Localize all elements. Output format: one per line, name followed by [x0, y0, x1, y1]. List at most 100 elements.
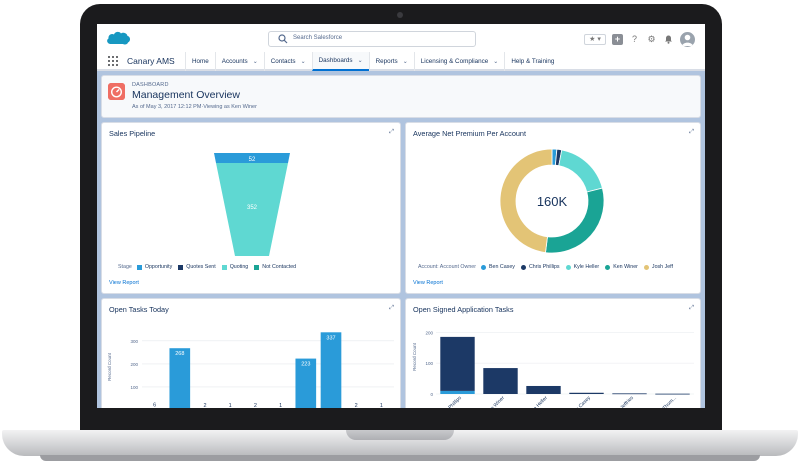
legend-item[interactable]: Ken Winer	[605, 264, 638, 270]
bar-value-label: 1	[229, 403, 232, 408]
tab-home[interactable]: Home	[185, 52, 215, 71]
tab-label: Licensing & Compliance	[420, 58, 489, 65]
expand-icon[interactable]: ⤢	[389, 305, 394, 312]
tab-help-training[interactable]: Help & Training	[504, 52, 560, 71]
legend-label: Ben Casey	[489, 264, 515, 270]
legend-item[interactable]: Josh Jeff	[643, 264, 674, 270]
open-tasks-today-title: Open Tasks Today	[109, 305, 169, 314]
as-of-text: As of May 3, 2017 12:12 PM·Viewing as Ke…	[132, 104, 257, 110]
legend-title: Stage	[118, 264, 132, 270]
x-tick-label: Ben Casey	[570, 395, 592, 408]
legend-swatch	[221, 264, 227, 270]
donut-slice[interactable]	[558, 149, 603, 193]
y-tick-label: 300	[130, 339, 138, 344]
avg-net-premium-title: Average Net Premium Per Account	[413, 129, 527, 138]
legend-swatch	[605, 264, 611, 270]
bar-value-label: 2	[355, 403, 358, 408]
sales-pipeline-legend: Stage Opportunity Quotes Sent Quoting Not Co…	[118, 264, 302, 270]
app-nav-bar: Canary AMS Home Accounts ⌄ Contacts ⌄ Dashboa…	[97, 52, 705, 71]
y-tick-label: 200	[425, 330, 433, 335]
bar-value-label: 1	[279, 403, 282, 408]
setup-gear-icon[interactable]: ⚙	[646, 34, 657, 45]
tab-licensing-compliance[interactable]: Licensing & Compliance ⌄	[413, 52, 505, 71]
tab-label: Accounts	[221, 58, 248, 65]
legend-item[interactable]: Quoting	[221, 264, 249, 270]
bar-value-label: 268	[175, 351, 184, 357]
search-icon	[278, 34, 288, 44]
legend-label: Opportunity	[144, 264, 173, 270]
open-signed-tasks-bar-chart: Record Count 0 100 200 Phillips Ken Winer Kyle…	[412, 330, 694, 408]
salesforce-cloud-logo[interactable]	[105, 29, 131, 47]
laptop-notch	[346, 430, 454, 440]
legend-swatch	[643, 264, 649, 270]
global-header: Search Salesforce ★ ▾ + ? ⚙	[97, 24, 705, 52]
stacked-bar-segment[interactable]	[569, 392, 604, 394]
tab-dashboards[interactable]: Dashboards ⌄	[311, 52, 369, 71]
user-avatar[interactable]	[680, 31, 695, 47]
donut-center-total: 160K	[537, 194, 568, 209]
chevron-down-icon[interactable]: ⌄	[301, 58, 306, 65]
legend-item[interactable]: Not Contacted	[254, 264, 296, 270]
expand-icon[interactable]: ⤢	[689, 305, 694, 312]
stacked-bar-segment[interactable]	[483, 368, 518, 394]
tab-label: Home	[192, 58, 209, 65]
open-tasks-today-panel: Open Tasks Today ⤢ Record Count010020030…	[101, 298, 401, 408]
notifications-bell-icon[interactable]	[663, 34, 674, 45]
bar[interactable]	[320, 332, 342, 408]
legend-swatch	[520, 264, 526, 270]
bar-value-label: 6	[153, 403, 156, 408]
tab-label: Dashboards	[318, 57, 353, 64]
stacked-bar-segment[interactable]	[440, 336, 475, 391]
bar-value-label: 2	[254, 403, 257, 408]
chevron-down-icon[interactable]: ⌄	[253, 58, 258, 65]
camera	[397, 12, 403, 18]
y-tick-label: 0	[430, 392, 433, 397]
stacked-bar-segment[interactable]	[655, 393, 690, 395]
legend-item[interactable]: Ben Casey	[481, 264, 515, 270]
stacked-bar-segment[interactable]	[612, 393, 647, 395]
global-actions-plus-icon[interactable]: +	[612, 33, 623, 45]
legend-label: Quoting	[229, 264, 249, 270]
expand-icon[interactable]: ⤢	[389, 129, 394, 136]
view-report-link[interactable]: View Report	[109, 280, 139, 286]
expand-icon[interactable]: ⤢	[689, 129, 694, 136]
chevron-down-icon[interactable]: ⌄	[358, 57, 363, 64]
chevron-down-icon[interactable]: ⌄	[403, 58, 408, 65]
legend-swatch	[254, 264, 260, 270]
legend-label: Josh Jeff	[651, 264, 674, 270]
legend-item[interactable]: Chris Phillips	[520, 264, 560, 270]
legend-item[interactable]: Kyle Heller	[565, 264, 599, 270]
app-launcher-icon[interactable]	[108, 56, 118, 66]
breadcrumb: DASHBOARD	[132, 82, 169, 88]
legend-swatch	[178, 264, 184, 270]
global-search-input[interactable]: Search Salesforce	[268, 31, 476, 47]
tab-reports[interactable]: Reports ⌄	[368, 52, 414, 71]
tab-accounts[interactable]: Accounts ⌄	[214, 52, 264, 71]
legend-item[interactable]: Opportunity	[136, 264, 173, 270]
legend-label: Quotes Sent	[186, 264, 216, 270]
y-tick-label: 200	[130, 362, 138, 367]
x-tick-label: Ken Winer	[485, 395, 506, 408]
y-tick-label: 100	[425, 361, 433, 366]
stacked-bar-segment[interactable]	[526, 385, 561, 394]
favorites-icon[interactable]: ★ ▾	[584, 33, 606, 45]
y-axis-label: Record Count	[107, 352, 112, 381]
laptop-foot	[40, 455, 760, 461]
avg-net-premium-legend: Account: Account Owner Ben Casey Chris Phi…	[418, 264, 679, 270]
tab-label: Contacts	[270, 58, 296, 65]
legend-swatch	[481, 264, 487, 270]
bar-value-label: 2	[203, 403, 206, 408]
x-tick-label: Kyle Heller	[528, 395, 550, 408]
tab-contacts[interactable]: Contacts ⌄	[263, 52, 312, 71]
x-tick-label: Phillips	[447, 395, 463, 408]
sales-pipeline-title: Sales Pipeline	[109, 129, 156, 138]
dashboard-gauge-icon	[108, 83, 125, 100]
legend-item[interactable]: Quotes Sent	[178, 264, 216, 270]
bar-value-label: 337	[326, 335, 335, 341]
view-report-link[interactable]: View Report	[413, 280, 443, 286]
header-icons: ★ ▾ + ? ⚙	[584, 30, 695, 48]
chevron-down-icon[interactable]: ⌄	[493, 58, 498, 65]
search-placeholder: Search Salesforce	[293, 35, 343, 41]
stacked-bar-segment[interactable]	[440, 390, 475, 394]
help-icon[interactable]: ?	[629, 34, 640, 45]
